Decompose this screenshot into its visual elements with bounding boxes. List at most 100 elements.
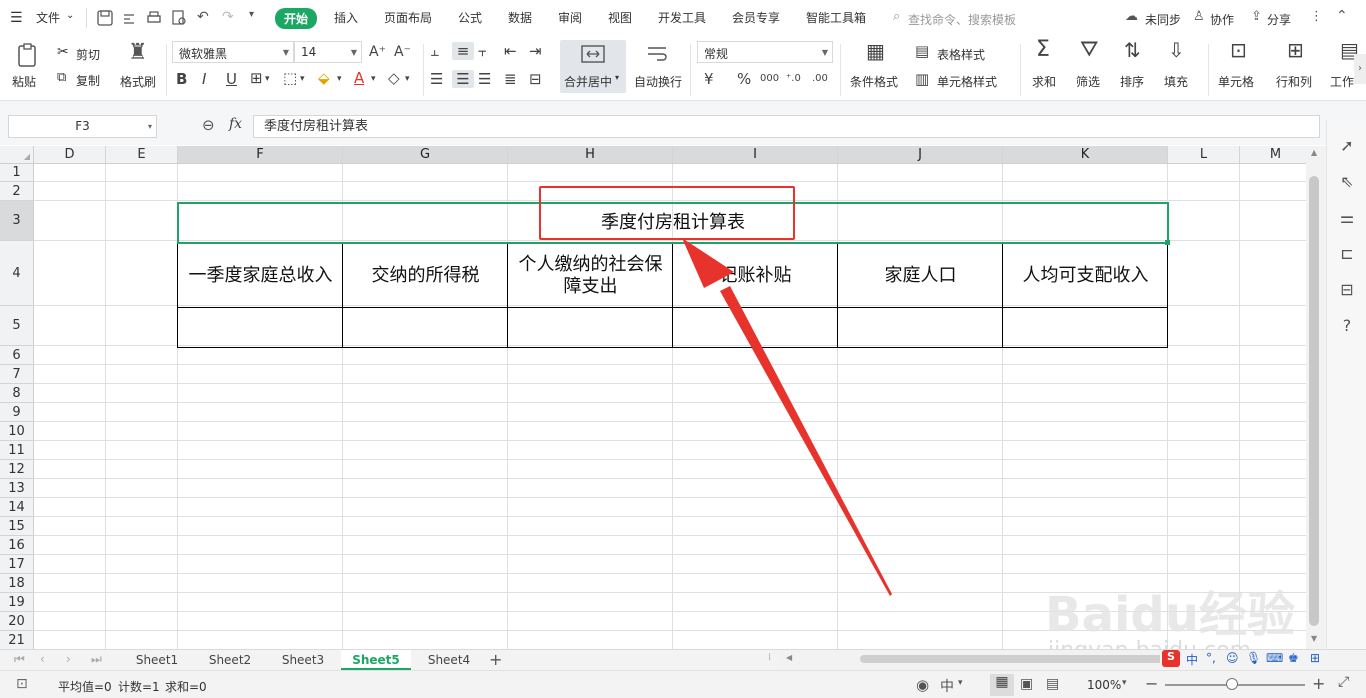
tab-formulas[interactable]: 公式 [458,9,482,26]
row-header-5[interactable]: 5 [0,306,34,346]
column-header-d[interactable]: D [34,146,106,164]
macro-record-icon[interactable]: ⊡ [16,676,28,692]
ime-keyboard-icon[interactable]: ⌨ [1266,651,1283,665]
more-icon[interactable]: ⋮ [1310,9,1323,24]
tab-data[interactable]: 数据 [508,9,532,26]
fullscreen-icon[interactable]: ⤢ [1338,674,1349,690]
column-header-l[interactable]: L [1168,146,1240,164]
archive-icon[interactable]: ⊟ [1337,280,1357,300]
column-header-i[interactable]: I [673,146,838,164]
undo-icon[interactable]: ↶ [197,9,209,25]
table-style-icon[interactable]: ▤ [915,42,929,60]
layout-icon[interactable]: ⊏ [1337,244,1357,264]
paste-icon[interactable] [16,42,40,70]
row-header-10[interactable]: 10 [0,422,34,441]
row-header-7[interactable]: 7 [0,365,34,384]
conditional-format-label[interactable]: 条件格式 [850,73,898,90]
column-header-k[interactable]: K [1003,146,1168,164]
row-header-15[interactable]: 15 [0,517,34,536]
filter-icon[interactable]: ⛛ [1080,39,1098,61]
cut-icon[interactable]: ✂ [57,44,69,60]
percent-icon[interactable]: % [737,70,751,88]
zoom-level[interactable]: 100% [1087,678,1121,692]
align-left-icon[interactable]: ☰ [430,70,443,88]
bold-icon[interactable]: B [176,70,187,88]
formula-input[interactable]: 季度付房租计算表 [253,115,1320,138]
zoom-slider-thumb[interactable] [1226,678,1238,690]
row-header-12[interactable]: 12 [0,460,34,479]
fill-label[interactable]: 填充 [1164,73,1188,90]
font-size-select[interactable]: 14 ▼ [294,41,362,63]
increase-indent-icon[interactable]: ⇥ [529,42,542,60]
sync-status-button[interactable]: 未同步 [1145,11,1181,28]
tab-insert[interactable]: 插入 [334,9,358,26]
tab-smart-toolbox[interactable]: 智能工具箱 [806,9,866,26]
cell-icon[interactable]: ⊡ [1230,40,1247,60]
row-header-17[interactable]: 17 [0,555,34,574]
fill-icon[interactable]: ⇩ [1168,40,1185,60]
scroll-left-icon[interactable]: ◀ [786,653,792,662]
copy-button-label[interactable]: 复制 [76,72,100,89]
row-header-3[interactable]: 3 [0,201,34,241]
tab-view[interactable]: 视图 [608,9,632,26]
chevron-down-icon[interactable]: ▾ [958,678,963,688]
decrease-decimal-icon[interactable]: .00 [812,70,828,88]
command-search-input[interactable]: 查找命令、搜索模板 [908,11,1016,28]
cloud-save-icon[interactable] [120,9,138,27]
paste-button-label[interactable]: 粘贴 [12,73,36,90]
font-name-select[interactable]: 微软雅黑 ▼ [172,41,294,63]
row-col-icon[interactable]: ⊞ [1287,40,1304,60]
row-col-label[interactable]: 行和列 [1276,73,1312,90]
header-cell-social-security[interactable]: 个人缴纳的社会保障支出 [508,243,673,308]
row-header-4[interactable]: 4 [0,241,34,306]
scroll-up-icon[interactable]: ▲ [1311,148,1317,157]
collapse-ribbon-icon[interactable]: ⌃ [1336,8,1348,24]
row-header-8[interactable]: 8 [0,384,34,403]
sheet-tab-5[interactable]: Sheet5 [341,650,411,670]
pointer-icon[interactable]: ⇖ [1337,172,1357,192]
cell-style-label[interactable]: 单元格样式 [937,73,997,90]
chevron-down-icon[interactable]: ▾ [1122,678,1127,688]
vertical-scroll-thumb[interactable] [1309,176,1319,626]
italic-icon[interactable]: I [202,70,206,88]
vertical-scrollbar[interactable]: ▲ ▼ [1306,146,1326,649]
decrease-font-icon[interactable]: A⁻ [394,43,411,61]
add-sheet-icon[interactable]: + [489,650,502,669]
chevron-down-icon[interactable]: ▾ [265,70,270,88]
language-icon[interactable]: 中 [940,676,954,696]
thousands-icon[interactable]: 000 [760,70,779,88]
row-header-18[interactable]: 18 [0,574,34,593]
chevron-down-icon[interactable]: ▾ [405,70,410,88]
currency-icon[interactable]: ¥ [704,70,714,88]
tab-member[interactable]: 会员专享 [732,9,780,26]
row-header-11[interactable]: 11 [0,441,34,460]
row-header-19[interactable]: 19 [0,593,34,612]
fill-color-icon[interactable]: ⬙ [318,69,330,87]
column-header-j[interactable]: J [838,146,1003,164]
tab-page-layout[interactable]: 页面布局 [384,9,432,26]
header-cell-per-capita-income[interactable]: 人均可支配收入 [1003,243,1168,308]
sum-icon[interactable]: Σ [1036,39,1050,61]
customize-toolbar-icon[interactable]: ▾ [249,9,254,20]
increase-decimal-icon[interactable]: ⁺.0 [786,70,801,88]
row-header-2[interactable]: 2 [0,182,34,201]
chevron-down-icon[interactable]: ▾ [337,70,342,88]
conditional-format-icon[interactable]: ▦ [866,41,885,61]
number-format-select[interactable]: 常规 ▼ [697,41,833,63]
tab-home[interactable]: 开始 [275,8,318,29]
row-header-16[interactable]: 16 [0,536,34,555]
wrap-text-icon[interactable] [645,44,669,64]
sheet-tab-1[interactable]: Sheet1 [122,653,192,667]
eye-protection-icon[interactable]: ◉ [916,676,929,694]
increase-font-icon[interactable]: A⁺ [369,43,386,61]
cell-label[interactable]: 单元格 [1218,73,1254,90]
align-top-icon[interactable]: ⫠ [430,42,439,60]
sheet-tab-3[interactable]: Sheet3 [268,653,338,667]
format-painter-icon[interactable]: ♜ [128,40,148,65]
borders-icon[interactable]: ⊞ [250,69,263,87]
prev-sheet-icon[interactable]: ‹ [40,652,45,666]
chevron-down-icon[interactable]: ▾ [300,70,305,88]
ime-voice-icon[interactable]: 🎙 [1246,651,1261,665]
print-icon[interactable] [145,9,163,27]
chevron-down-icon[interactable]: ▾ [371,70,376,88]
